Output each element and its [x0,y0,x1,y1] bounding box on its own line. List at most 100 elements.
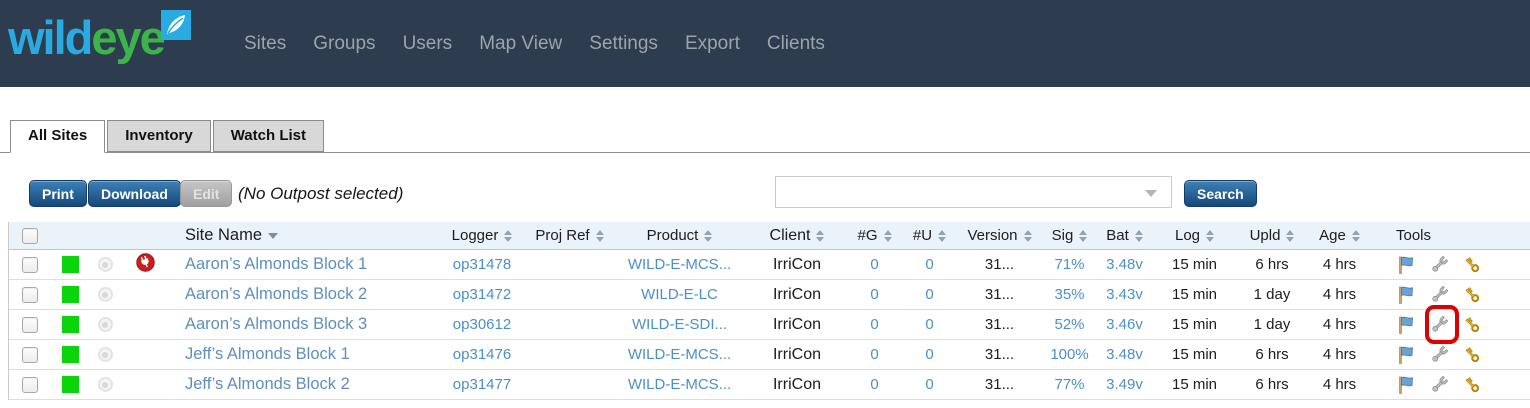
header-bat[interactable]: Bat [1097,222,1152,249]
wrench-tool-button[interactable] [1429,255,1449,275]
key-tool-button[interactable] [1462,375,1482,395]
battery-link[interactable]: 3.48v [1106,256,1143,273]
sites-table: Site Name Logger Proj Ref Product Client… [8,222,1530,400]
flag-tool-button[interactable] [1396,345,1416,365]
nav-item-sites[interactable]: Sites [244,33,286,55]
logger-link[interactable]: op31477 [453,376,511,393]
site-name-link[interactable]: Jeff’s Almonds Block 2 [185,375,350,394]
header-age[interactable]: Age [1307,222,1372,249]
nav-item-export[interactable]: Export [685,33,740,55]
header-g[interactable]: #G [847,222,902,249]
select-all-checkbox[interactable] [22,228,38,244]
battery-link[interactable]: 3.46v [1106,316,1143,333]
table-header-row: Site Name Logger Proj Ref Product Client… [9,222,1530,250]
site-name-link[interactable]: Jeff’s Almonds Block 1 [185,345,350,364]
g-count-link[interactable]: 0 [870,376,878,393]
key-tool-button[interactable] [1462,315,1482,335]
power-plug-alert-icon[interactable] [136,253,155,276]
key-tool-button[interactable] [1462,285,1482,305]
wrench-icon [1429,285,1449,305]
flag-tool-button[interactable] [1396,255,1416,275]
g-count-link[interactable]: 0 [870,316,878,333]
eye-icon[interactable] [98,257,113,272]
search-button[interactable]: Search [1184,180,1257,207]
outpost-filter-dropdown[interactable] [775,176,1172,208]
header-client[interactable]: Client [747,222,847,249]
wrench-tool-button[interactable] [1429,375,1449,395]
header-logger[interactable]: Logger [437,222,527,249]
wildeye-logo[interactable]: wild eye [8,6,191,70]
u-count-link[interactable]: 0 [925,256,933,273]
site-name-link[interactable]: Aaron’s Almonds Block 3 [185,315,367,334]
u-count-link[interactable]: 0 [925,376,933,393]
key-tool-button[interactable] [1462,255,1482,275]
battery-link[interactable]: 3.43v [1106,286,1143,303]
signal-link[interactable]: 52% [1054,316,1084,333]
product-link[interactable]: WILD-E-MCS... [628,256,731,273]
nav-item-groups[interactable]: Groups [313,33,375,55]
eye-icon[interactable] [98,287,113,302]
row-checkbox[interactable] [22,347,38,363]
header-u[interactable]: #U [902,222,957,249]
logo-text-wild: wild [8,6,91,70]
header-site-name[interactable]: Site Name [167,222,437,249]
flag-tool-button[interactable] [1396,315,1416,335]
eye-icon[interactable] [98,377,113,392]
log-interval-value: 15 min [1172,256,1217,273]
nav-item-users[interactable]: Users [403,33,453,55]
logger-link[interactable]: op31478 [453,256,511,273]
tab-all-sites[interactable]: All Sites [10,120,105,153]
nav-menu: Sites Groups Users Map View Settings Exp… [244,0,825,87]
wrench-tool-button-highlighted[interactable] [1429,315,1449,335]
flag-tool-button[interactable] [1396,375,1416,395]
tab-bar: All Sites Inventory Watch List [0,120,1530,153]
version-value: 31... [985,376,1014,393]
tab-inventory[interactable]: Inventory [107,120,211,152]
header-version[interactable]: Version [957,222,1042,249]
row-checkbox[interactable] [22,377,38,393]
signal-link[interactable]: 77% [1054,376,1084,393]
u-count-link[interactable]: 0 [925,316,933,333]
g-count-link[interactable]: 0 [870,346,878,363]
product-link[interactable]: WILD-E-SDI... [632,316,727,333]
nav-item-map-view[interactable]: Map View [479,33,562,55]
nav-item-settings[interactable]: Settings [589,33,658,55]
flag-icon [1396,345,1416,365]
row-checkbox[interactable] [22,317,38,333]
u-count-link[interactable]: 0 [925,286,933,303]
download-button[interactable]: Download [88,180,181,207]
signal-link[interactable]: 71% [1054,256,1084,273]
g-count-link[interactable]: 0 [870,256,878,273]
g-count-link[interactable]: 0 [870,286,878,303]
header-product[interactable]: Product [612,222,747,249]
site-name-link[interactable]: Aaron’s Almonds Block 2 [185,285,367,304]
site-name-link[interactable]: Aaron’s Almonds Block 1 [185,255,367,274]
print-button[interactable]: Print [29,180,87,207]
flag-tool-button[interactable] [1396,285,1416,305]
battery-link[interactable]: 3.48v [1106,346,1143,363]
product-link[interactable]: WILD-E-LC [641,286,718,303]
tab-watch-list[interactable]: Watch List [213,120,324,152]
u-count-link[interactable]: 0 [925,346,933,363]
nav-item-clients[interactable]: Clients [767,33,825,55]
logger-link[interactable]: op31476 [453,346,511,363]
row-checkbox[interactable] [22,287,38,303]
logger-link[interactable]: op30612 [453,316,511,333]
flag-icon [1396,315,1416,335]
signal-link[interactable]: 35% [1054,286,1084,303]
header-sig[interactable]: Sig [1042,222,1097,249]
key-tool-button[interactable] [1462,345,1482,365]
product-link[interactable]: WILD-E-MCS... [628,376,731,393]
eye-icon[interactable] [98,347,113,362]
signal-link[interactable]: 100% [1050,346,1088,363]
header-upld[interactable]: Upld [1237,222,1307,249]
wrench-tool-button[interactable] [1429,285,1449,305]
logger-link[interactable]: op31472 [453,286,511,303]
product-link[interactable]: WILD-E-MCS... [628,346,731,363]
wrench-tool-button[interactable] [1429,345,1449,365]
header-proj-ref[interactable]: Proj Ref [527,222,612,249]
row-checkbox[interactable] [22,257,38,273]
header-log[interactable]: Log [1152,222,1237,249]
eye-icon[interactable] [98,317,113,332]
battery-link[interactable]: 3.49v [1106,376,1143,393]
